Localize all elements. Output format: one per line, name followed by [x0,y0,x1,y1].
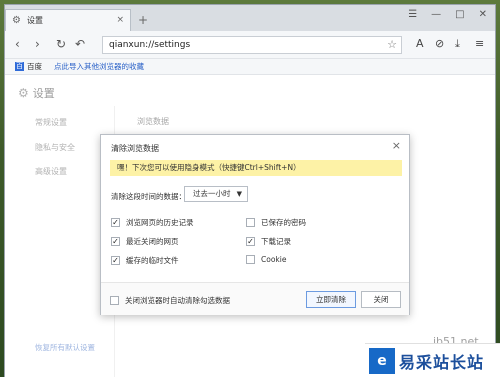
option-cache[interactable]: ✓ 缓存的临时文件 [111,255,179,266]
address-text: qianxun://settings [109,40,191,50]
checkbox[interactable] [246,218,255,227]
menu-icon[interactable]: ☰ [408,9,417,20]
dialog-title: 清除浏览数据 [111,144,159,153]
close-button[interactable]: 关闭 [361,291,401,308]
watermark-text: 易采站长站 [399,352,485,372]
block-icon[interactable]: ⊘ [435,37,444,51]
incognito-notice: 嘿！下次您可以使用隐身模式（快捷键Ctrl+Shift+N） [110,160,402,176]
option-downloads[interactable]: ✓ 下载记录 [246,236,291,247]
tab-title: 设置 [27,16,43,25]
checkbox[interactable]: ✓ [111,218,120,227]
bookmarks-bar: 百 百度 点此导入其他浏览器的收藏 [5,59,495,75]
clear-now-button[interactable]: 立即清除 [306,291,356,308]
maximize-icon[interactable]: □ [455,9,464,20]
auto-clear-option[interactable]: 关闭浏览器时自动清除勾选数据 [110,295,230,306]
chevron-down-icon: ▼ [236,190,242,198]
option-label: 浏览网页的历史记录 [126,218,194,227]
time-range-value: 过去一小时 [193,189,231,198]
toolbar: ‹ › ↻ ↶ qianxun://settings ☆ A ⊘ ⤓ ≡ [5,31,495,59]
option-label: 已保存的密码 [261,218,306,227]
clear-data-dialog: 清除浏览数据 × 嘿！下次您可以使用隐身模式（快捷键Ctrl+Shift+N） … [100,134,410,315]
address-bar[interactable]: qianxun://settings ☆ [102,36,402,54]
checkbox[interactable]: ✓ [246,237,255,246]
logo-icon: e [369,347,395,374]
option-label: 最近关闭的网页 [126,237,179,246]
tab-close-icon[interactable]: × [116,15,124,25]
reload-icon[interactable]: ↻ [56,37,66,51]
tab-settings[interactable]: ⚙ 设置 × [5,9,131,31]
checkbox[interactable] [246,255,255,264]
option-closed-pages[interactable]: ✓ 最近关闭的网页 [111,236,179,247]
menu-icon[interactable]: ≡ [475,37,484,51]
checkbox[interactable]: ✓ [111,256,120,265]
minimize-icon[interactable]: — [431,9,441,20]
undo-icon[interactable]: ↶ [75,37,85,51]
gear-icon: ⚙ [12,14,21,26]
auto-clear-label: 关闭浏览器时自动清除勾选数据 [125,296,230,305]
baidu-icon: 百 [15,62,24,71]
window-controls: ☰ — □ ✕ [408,9,487,20]
star-icon[interactable]: ☆ [387,37,397,53]
bookmark-baidu[interactable]: 百度 [27,61,42,72]
account-icon[interactable]: A [416,37,424,51]
new-tab-button[interactable]: + [136,14,150,28]
option-passwords[interactable]: 已保存的密码 [246,217,306,228]
dialog-footer: 关闭浏览器时自动清除勾选数据 立即清除 关闭 [101,282,409,315]
close-icon[interactable]: × [392,139,401,152]
browser-window: ⚙ 设置 × + ☰ — □ ✕ ‹ › ↻ ↶ qianxun://setti… [4,4,496,377]
back-icon[interactable]: ‹ [15,37,20,51]
tab-strip: ⚙ 设置 × + ☰ — □ ✕ [5,5,495,31]
forward-icon[interactable]: › [35,37,40,51]
checkbox[interactable] [110,296,119,305]
option-history[interactable]: ✓ 浏览网页的历史记录 [111,217,194,228]
download-icon[interactable]: ⤓ [455,37,460,51]
option-cookie[interactable]: Cookie [246,255,286,264]
option-label: Cookie [261,255,287,264]
checkbox[interactable]: ✓ [111,237,120,246]
watermark-logo: e 易采站长站 [365,343,500,377]
option-label: 下载记录 [261,237,291,246]
option-label: 缓存的临时文件 [126,256,179,265]
time-range-label: 清除这段时间的数据： [111,192,186,201]
import-bookmarks-link[interactable]: 点此导入其他浏览器的收藏 [54,61,144,72]
time-range-select[interactable]: 过去一小时 ▼ [184,186,248,202]
close-window-icon[interactable]: ✕ [479,9,487,20]
